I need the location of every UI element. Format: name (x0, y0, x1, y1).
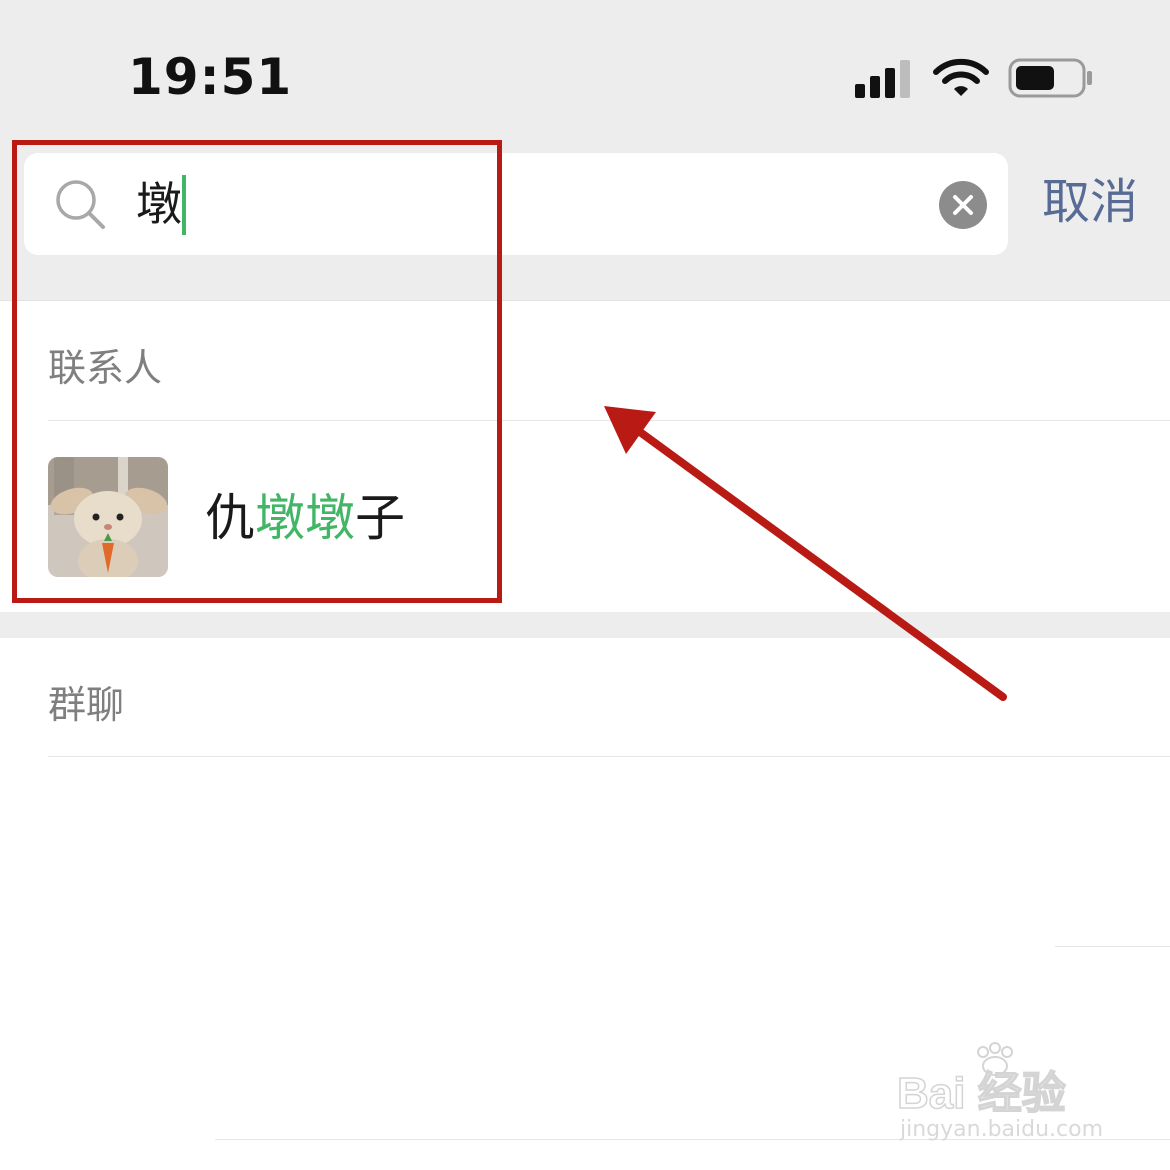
section-separator (0, 612, 1170, 638)
section-title-groups: 群聊 (48, 683, 125, 727)
battery-icon (1008, 58, 1092, 98)
divider (48, 756, 1170, 757)
signal-icon (855, 60, 910, 98)
watermark-url: jingyan.baidu.com (900, 1117, 1104, 1142)
divider (1055, 946, 1170, 947)
watermark-logo-text: Bai 经验 (897, 1069, 1066, 1118)
baidu-watermark-logo: Bai 经验 (896, 1042, 1066, 1118)
wifi-icon (933, 58, 989, 96)
cancel-button[interactable]: 取消 (1042, 172, 1138, 232)
clear-icon[interactable] (938, 180, 988, 230)
annotation-highlight-box (12, 140, 502, 603)
status-time: 19:51 (128, 48, 293, 106)
